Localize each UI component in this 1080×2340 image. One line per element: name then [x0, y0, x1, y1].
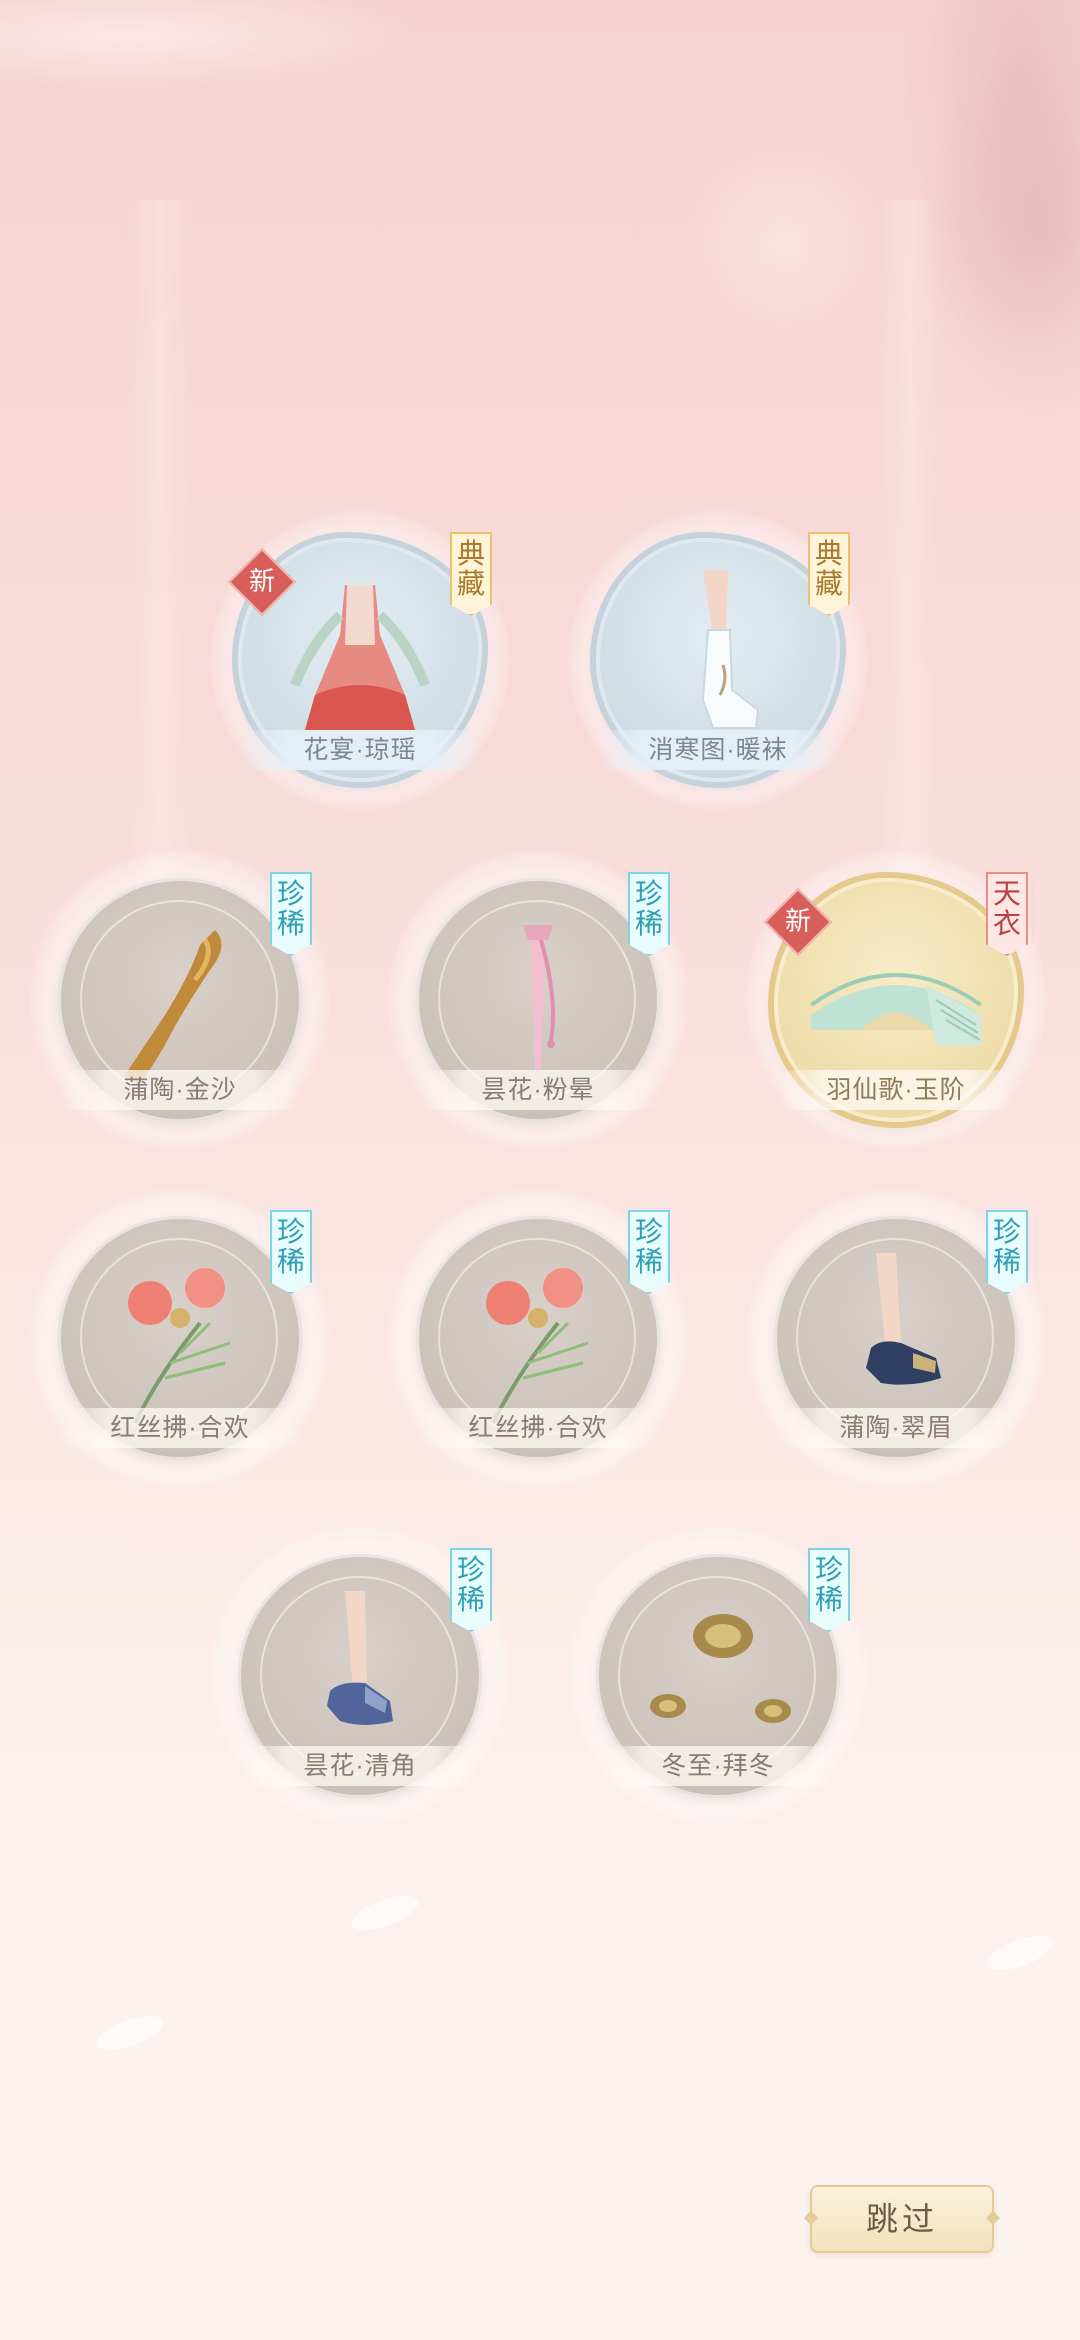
reward-item[interactable]: 花宴·琼瑶 典藏 新: [210, 510, 510, 810]
petal-decoration: [347, 1888, 423, 1938]
item-name: 消寒图·暖袜: [596, 730, 840, 770]
reward-item[interactable]: 蒲陶·翠眉 珍稀: [746, 1188, 1046, 1488]
tag-rare-badge: 珍稀: [628, 1210, 670, 1294]
tag-rare-badge: 珍稀: [270, 1210, 312, 1294]
silk-flower-icon: [128, 1268, 231, 1424]
gold-hairpin-icon: [650, 1614, 791, 1723]
petal-decoration: [92, 2008, 168, 2058]
navy-shoe-icon: [866, 1253, 941, 1385]
item-name: 红丝拂·合欢: [58, 1408, 302, 1448]
tag-rare-badge: 珍稀: [270, 872, 312, 956]
item-name: 蒲陶·翠眉: [774, 1408, 1018, 1448]
tag-celestial-badge: 天衣: [986, 872, 1028, 956]
tag-rare-badge: 珍稀: [808, 1548, 850, 1632]
gold-sash-icon: [125, 930, 222, 1085]
cloud-decoration: [0, 0, 420, 90]
reward-item[interactable]: 消寒图·暖袜 典藏: [568, 510, 868, 810]
item-name: 羽仙歌·玉阶: [774, 1070, 1018, 1110]
item-name: 花宴·琼瑶: [238, 730, 482, 770]
reward-item[interactable]: 昙花·粉晕 珍稀: [388, 850, 688, 1150]
reward-item[interactable]: 昙花·清角 珍稀: [210, 1526, 510, 1826]
pink-ribbon-icon: [523, 925, 556, 1070]
sock-icon: [701, 570, 760, 729]
item-name: 冬至·拜冬: [596, 1746, 840, 1786]
wisteria-decoration: [880, 0, 1080, 420]
reward-item[interactable]: 冬至·拜冬 珍稀: [568, 1526, 868, 1826]
item-name: 红丝拂·合欢: [416, 1408, 660, 1448]
tag-classic-badge: 典藏: [808, 532, 850, 616]
dress-icon: [290, 585, 430, 730]
reward-item[interactable]: 羽仙歌·玉阶 天衣 新: [746, 850, 1046, 1150]
petal-decoration: [982, 1928, 1058, 1978]
reward-item[interactable]: 红丝拂·合欢 珍稀: [388, 1188, 688, 1488]
item-name: 昙花·粉晕: [416, 1070, 660, 1110]
skip-button[interactable]: 跳过: [810, 2185, 994, 2253]
item-name: 蒲陶·金沙: [58, 1070, 302, 1110]
silk-flower-icon: [486, 1268, 589, 1424]
tag-rare-badge: 珍稀: [986, 1210, 1028, 1294]
blue-shoe-icon: [327, 1591, 393, 1725]
moon-decoration: [690, 150, 880, 340]
reward-item[interactable]: 红丝拂·合欢 珍稀: [30, 1188, 330, 1488]
item-name: 昙花·清角: [238, 1746, 482, 1786]
reward-item[interactable]: 蒲陶·金沙 珍稀: [30, 850, 330, 1150]
tag-classic-badge: 典藏: [450, 532, 492, 616]
jade-bridge-icon: [809, 973, 983, 1045]
tag-rare-badge: 珍稀: [450, 1548, 492, 1632]
tag-rare-badge: 珍稀: [628, 872, 670, 956]
